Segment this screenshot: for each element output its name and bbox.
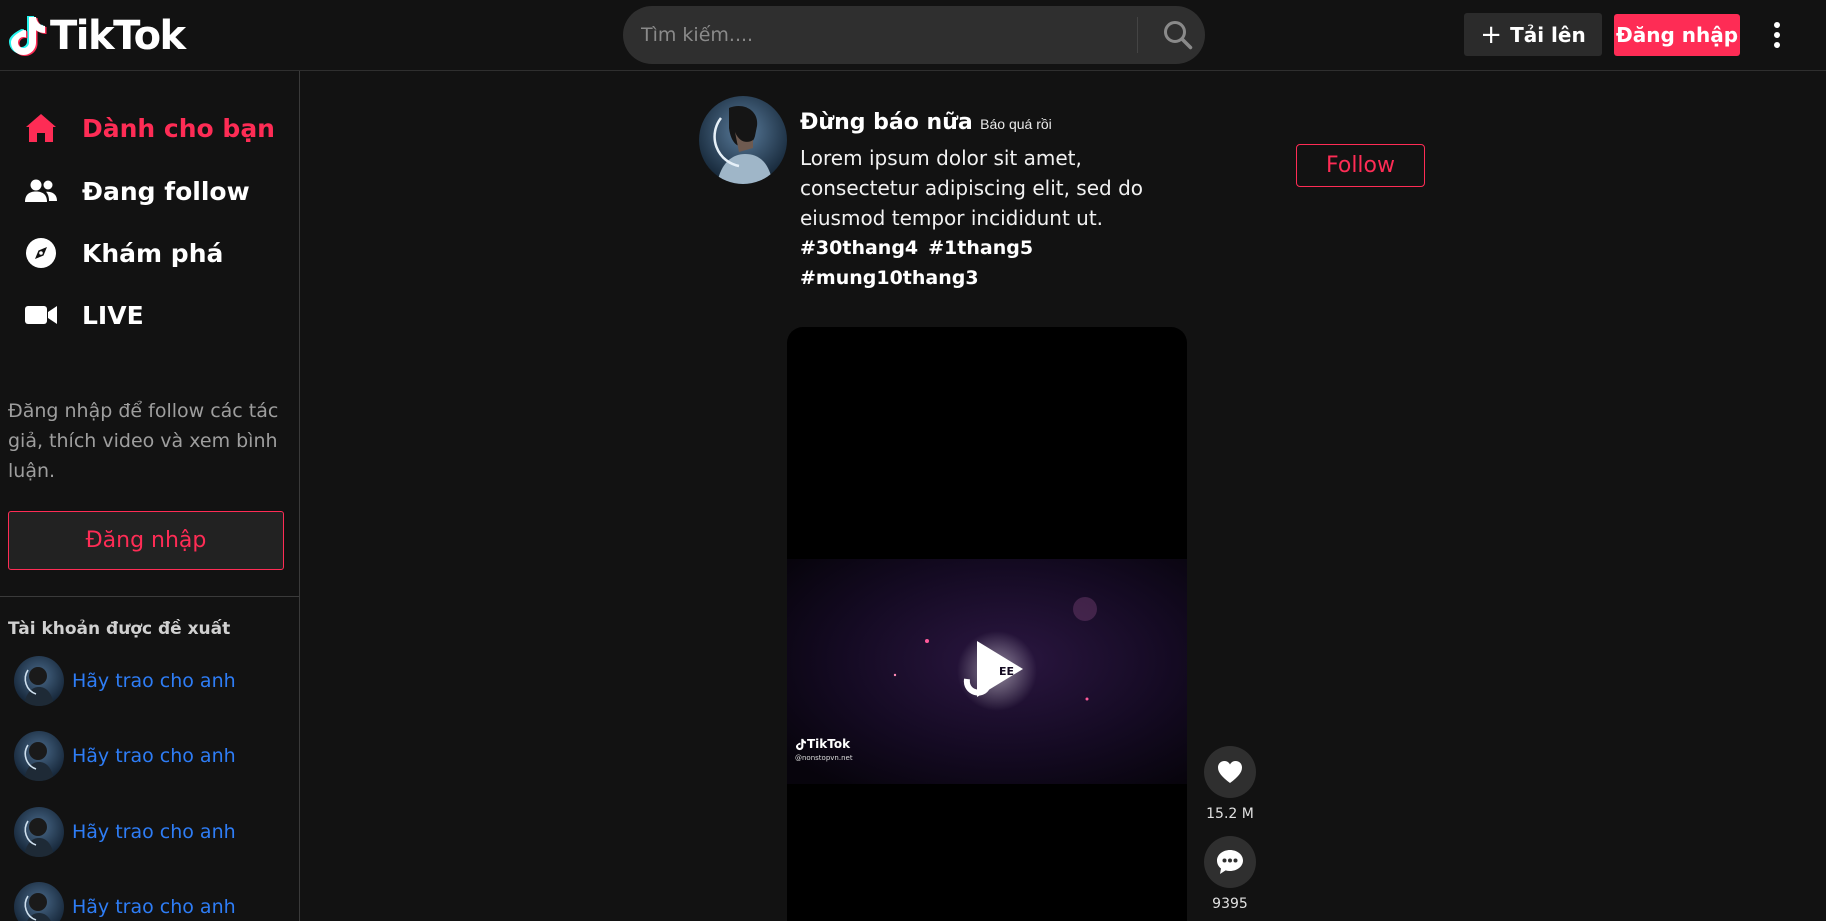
login-prompt-text: Đăng nhập để follow các tác giả, thích v… (8, 400, 279, 482)
hashtag-link[interactable]: #1thang5 (928, 237, 1033, 259)
suggested-account-name: Hãy trao cho anh (72, 745, 236, 767)
sidebar-item-following[interactable]: Đang follow (24, 169, 250, 213)
avatar (14, 731, 64, 781)
watermark-brand: TikTok (807, 737, 851, 751)
search-divider (1137, 17, 1138, 53)
search-button[interactable] (1151, 6, 1205, 64)
suggested-account-name: Hãy trao cho anh (72, 821, 236, 843)
post-description: Lorem ipsum dolor sit amet, consectetur … (800, 146, 1144, 230)
sidebar: Dành cho bạn Đang follow Khám phá LIVE Đ… (0, 71, 300, 921)
sidebar-item-for-you[interactable]: Dành cho bạn (24, 106, 275, 150)
suggested-account-name: Hãy trao cho anh (72, 670, 236, 692)
avatar (14, 656, 64, 706)
comment-count: 9395 (1212, 896, 1248, 912)
login-button-header[interactable]: Đăng nhập (1614, 14, 1740, 56)
search-input[interactable] (641, 6, 1121, 64)
video-watermark: TikTok @nonstopvn.net (795, 737, 853, 762)
heart-icon (1218, 761, 1242, 783)
hashtag-link[interactable]: #mung10thang3 (800, 267, 979, 289)
upload-label: Tải lên (1510, 22, 1586, 47)
avatar (14, 882, 64, 921)
suggested-accounts-title: Tài khoản được đề xuất (8, 619, 231, 639)
suggested-account[interactable]: Hãy trao cho anh (14, 807, 236, 857)
search-bar (623, 6, 1205, 64)
login-button-sidebar[interactable]: Đăng nhập (8, 511, 284, 570)
plus-icon: + (1480, 19, 1503, 50)
sidebar-divider (0, 596, 299, 597)
sidebar-item-label: LIVE (82, 300, 144, 330)
logo-text: TikTok (50, 13, 186, 59)
post-author-name[interactable]: Đừng báo nữa (800, 110, 973, 135)
comment-icon (1217, 850, 1243, 874)
users-icon (24, 174, 58, 208)
watermark-handle: @nonstopvn.net (795, 754, 853, 762)
suggested-account[interactable]: Hãy trao cho anh (14, 656, 236, 706)
post-info: Đừng báo nữa Báo quá rồi Lorem ipsum dol… (800, 110, 1190, 293)
comment-button[interactable] (1204, 836, 1256, 888)
search-icon (1164, 21, 1193, 50)
post-hashtags: #30thang4 #1thang5 #mung10thang3 (800, 233, 1190, 293)
tiktok-logo-icon (9, 16, 47, 56)
sidebar-item-label: Khám phá (82, 238, 224, 268)
avatar (14, 807, 64, 857)
tiktok-watermark-icon (795, 738, 807, 750)
video-player[interactable]: EE TikTok @nonstopvn.net (787, 327, 1187, 921)
post-author-avatar[interactable] (699, 96, 787, 184)
video-camera-icon (24, 298, 58, 332)
tiktok-logo[interactable]: TikTok (8, 10, 186, 62)
follow-button[interactable]: Follow (1296, 144, 1425, 187)
suggested-account-name: Hãy trao cho anh (72, 896, 236, 918)
svg-text:EE: EE (999, 665, 1014, 678)
sidebar-item-live[interactable]: LIVE (24, 293, 144, 337)
sidebar-item-label: Dành cho bạn (82, 113, 275, 143)
home-icon (24, 111, 58, 145)
post-author-nickname: Báo quá rồi (980, 116, 1052, 132)
like-button[interactable] (1204, 746, 1256, 798)
more-options-icon[interactable] (1765, 18, 1789, 52)
compass-icon (24, 236, 58, 270)
top-header: TikTok + Tải lên Đăng nhập (0, 0, 1826, 71)
hashtag-link[interactable]: #30thang4 (800, 237, 918, 259)
sidebar-item-explore[interactable]: Khám phá (24, 231, 223, 275)
suggested-account[interactable]: Hãy trao cho anh (14, 731, 236, 781)
upload-button[interactable]: + Tải lên (1464, 13, 1602, 56)
sidebar-item-label: Đang follow (82, 176, 250, 206)
like-action: 15.2 M (1204, 746, 1256, 822)
like-count: 15.2 M (1206, 806, 1254, 822)
suggested-account[interactable]: Hãy trao cho anh (14, 882, 236, 921)
comment-action: 9395 (1204, 836, 1256, 912)
